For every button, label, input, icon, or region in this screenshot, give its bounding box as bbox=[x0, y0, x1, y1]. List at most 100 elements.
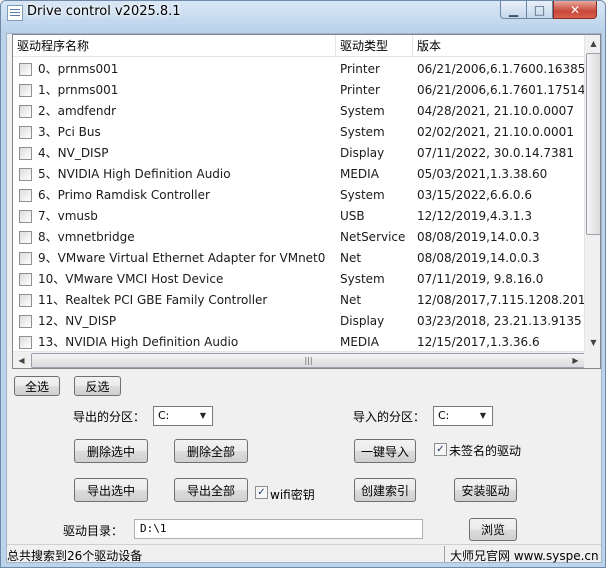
driver-version-cell: 12/12/2019,4.3.1.3 bbox=[417, 209, 532, 223]
table-row[interactable]: 5、NVIDIA High Definition Audio MEDIA 05/03… bbox=[13, 164, 584, 185]
import-partition-label: 导入的分区： bbox=[353, 410, 426, 424]
driver-version-cell: 06/21/2006,6.1.7601.17514 bbox=[417, 83, 584, 97]
delete-selected-button[interactable]: 删除选中 bbox=[74, 439, 148, 463]
driver-name-cell: 12、NV_DISP bbox=[38, 314, 117, 328]
chevron-down-icon: ▼ bbox=[199, 411, 207, 420]
driver-type-cell: MEDIA bbox=[340, 335, 379, 349]
invert-select-button[interactable]: 反选 bbox=[74, 376, 121, 396]
driver-type-cell: USB bbox=[340, 209, 365, 223]
table-row[interactable]: 9、VMware Virtual Ethernet Adapter for VM… bbox=[13, 248, 584, 269]
scroll-left-icon[interactable]: ◀ bbox=[13, 352, 30, 368]
driver-version-cell: 07/11/2019, 9.8.16.0 bbox=[417, 272, 544, 286]
vertical-scroll-thumb[interactable] bbox=[586, 53, 600, 235]
list-header: 驱动程序名称 驱动类型 版本 bbox=[13, 35, 584, 57]
driver-name-cell: 2、amdfendr bbox=[38, 104, 117, 118]
table-row[interactable]: 6、Primo Ramdisk Controller System 03/15/20… bbox=[13, 185, 584, 206]
chevron-down-icon: ▼ bbox=[479, 411, 487, 420]
driver-name-cell: 8、vmnetbridge bbox=[38, 230, 135, 244]
driver-name-cell: 3、Pci Bus bbox=[38, 125, 101, 139]
table-row[interactable]: 12、NV_DISP Display 03/23/2018, 23.21.13.91… bbox=[13, 311, 584, 332]
driver-version-cell: 07/11/2022, 30.0.14.7381 bbox=[417, 146, 574, 160]
unsigned-driver-label: 未签名的驱动 bbox=[449, 444, 522, 458]
status-website[interactable]: 大师兄官网 www.syspe.cn bbox=[450, 547, 599, 564]
table-row[interactable]: 3、Pci Bus System 02/02/2021, 21.10.0.0001 bbox=[13, 122, 584, 143]
table-row[interactable]: 8、vmnetbridge NetService 08/08/2019,14.0.0… bbox=[13, 227, 584, 248]
driver-type-cell: NetService bbox=[340, 230, 406, 244]
export-partition-value: C: bbox=[158, 409, 170, 422]
scroll-corner bbox=[584, 351, 600, 368]
driver-name-cell: 6、Primo Ramdisk Controller bbox=[38, 188, 210, 202]
table-row[interactable]: 10、VMware VMCI Host Device System 07/11/20… bbox=[13, 269, 584, 290]
title-bar[interactable]: Drive control v2025.8.1 ▁ □ ✕ bbox=[1, 1, 605, 33]
unsigned-driver-checkbox[interactable]: ✓ bbox=[434, 443, 447, 456]
export-all-button[interactable]: 导出全部 bbox=[174, 478, 248, 502]
import-partition-select[interactable]: C: ▼ bbox=[433, 406, 493, 426]
driver-dir-input[interactable]: D:\1 bbox=[134, 519, 423, 539]
export-partition-label: 导出的分区： bbox=[73, 410, 146, 424]
table-row[interactable]: 1、prnms001 Printer 06/21/2006,6.1.7601.175… bbox=[13, 80, 584, 101]
status-separator bbox=[444, 546, 445, 562]
delete-all-button[interactable]: 删除全部 bbox=[174, 439, 248, 463]
scroll-right-icon[interactable]: ▶ bbox=[567, 352, 584, 368]
driver-version-cell: 05/03/2021,1.3.38.60 bbox=[417, 167, 548, 181]
driver-type-cell: System bbox=[340, 125, 385, 139]
status-bar: 总共搜索到26个驱动设备 大师兄官网 www.syspe.cn bbox=[7, 544, 601, 564]
column-header-version[interactable]: 版本 bbox=[413, 35, 584, 57]
status-device-count: 总共搜索到26个驱动设备 bbox=[7, 549, 143, 563]
client-area: 驱动程序名称 驱动类型 版本 0、prnms001 Printer 06/21/20… bbox=[6, 33, 602, 563]
create-index-button[interactable]: 创建索引 bbox=[354, 478, 416, 502]
install-driver-button[interactable]: 安装驱动 bbox=[454, 478, 517, 502]
column-header-type[interactable]: 驱动类型 bbox=[336, 35, 413, 57]
driver-version-cell: 08/08/2019,14.0.0.3 bbox=[417, 230, 540, 244]
table-row[interactable]: 11、Realtek PCI GBE Family Controller Net 1… bbox=[13, 290, 584, 311]
one-click-import-button[interactable]: 一键导入 bbox=[354, 439, 416, 463]
maximize-button[interactable]: □ bbox=[527, 1, 553, 19]
vertical-scrollbar[interactable]: ▲ ▼ bbox=[584, 35, 600, 351]
app-window: Drive control v2025.8.1 ▁ □ ✕ 驱动程序名称 驱动类… bbox=[0, 0, 606, 568]
driver-version-cell: 04/28/2021, 21.10.0.0007 bbox=[417, 104, 574, 118]
horizontal-scroll-thumb[interactable]: ||| bbox=[31, 353, 586, 368]
scroll-down-icon[interactable]: ▼ bbox=[585, 334, 600, 351]
driver-name-cell: 9、VMware Virtual Ethernet Adapter for VM… bbox=[38, 251, 326, 265]
driver-type-cell: System bbox=[340, 188, 385, 202]
driver-type-cell: Display bbox=[340, 314, 385, 328]
driver-version-cell: 03/15/2022,6.6.0.6 bbox=[417, 188, 532, 202]
table-row[interactable]: 13、NVIDIA High Definition Audio MEDIA 12/1… bbox=[13, 332, 584, 353]
close-button[interactable]: ✕ bbox=[553, 1, 597, 19]
driver-type-cell: Net bbox=[340, 293, 362, 307]
driver-type-cell: Net bbox=[340, 251, 362, 265]
wifi-key-checkbox[interactable]: ✓ bbox=[255, 486, 268, 499]
export-selected-button[interactable]: 导出选中 bbox=[74, 478, 148, 502]
table-row[interactable]: 0、prnms001 Printer 06/21/2006,6.1.7600.163… bbox=[13, 59, 584, 80]
driver-name-cell: 7、vmusb bbox=[38, 209, 98, 223]
import-partition-value: C: bbox=[438, 409, 450, 422]
driver-version-cell: 03/23/2018, 23.21.13.9135 bbox=[417, 314, 582, 328]
driver-name-cell: 0、prnms001 bbox=[38, 62, 119, 76]
driver-version-cell: 08/08/2019,14.0.0.3 bbox=[417, 251, 540, 265]
driver-version-cell: 12/08/2017,7.115.1208.2017 bbox=[417, 293, 584, 307]
wifi-key-label: wifi密钥 bbox=[270, 488, 315, 502]
driver-dir-label: 驱动目录： bbox=[63, 524, 124, 538]
table-row[interactable]: 2、amdfendr System 04/28/2021, 21.10.0.0007 bbox=[13, 101, 584, 122]
column-header-name[interactable]: 驱动程序名称 bbox=[13, 35, 336, 57]
driver-name-cell: 4、NV_DISP bbox=[38, 146, 109, 160]
app-icon bbox=[7, 5, 23, 21]
driver-name-cell: 10、VMware VMCI Host Device bbox=[38, 272, 224, 286]
table-row[interactable]: 7、vmusb USB 12/12/2019,4.3.1.3 bbox=[13, 206, 584, 227]
window-title: Drive control v2025.8.1 bbox=[27, 4, 181, 19]
driver-version-cell: 02/02/2021, 21.10.0.0001 bbox=[417, 125, 574, 139]
driver-type-cell: MEDIA bbox=[340, 167, 379, 181]
driver-name-cell: 11、Realtek PCI GBE Family Controller bbox=[38, 293, 268, 307]
browse-button[interactable]: 浏览 bbox=[469, 518, 517, 541]
driver-list[interactable]: 驱动程序名称 驱动类型 版本 0、prnms001 Printer 06/21/20… bbox=[12, 34, 601, 369]
horizontal-scrollbar[interactable]: ◀ ||| ▶ bbox=[13, 351, 586, 368]
driver-name-cell: 1、prnms001 bbox=[38, 83, 119, 97]
scroll-up-icon[interactable]: ▲ bbox=[585, 35, 600, 52]
export-partition-select[interactable]: C: ▼ bbox=[153, 406, 213, 426]
driver-version-cell: 12/15/2017,1.3.36.6 bbox=[417, 335, 540, 349]
driver-type-cell: Printer bbox=[340, 83, 380, 97]
table-row[interactable]: 4、NV_DISP Display 07/11/2022, 30.0.14.7381 bbox=[13, 143, 584, 164]
driver-name-cell: 5、NVIDIA High Definition Audio bbox=[38, 167, 231, 181]
select-all-button[interactable]: 全选 bbox=[14, 376, 60, 396]
minimize-button[interactable]: ▁ bbox=[500, 1, 527, 19]
